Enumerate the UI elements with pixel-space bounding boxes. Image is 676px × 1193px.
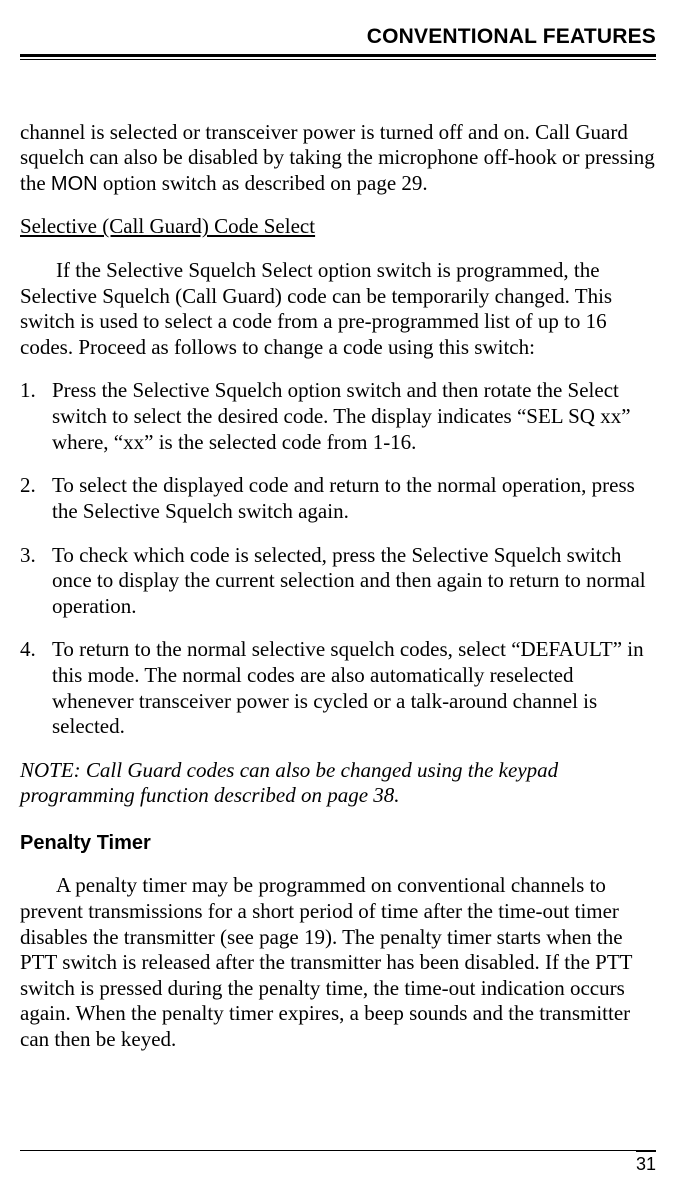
- note-paragraph: NOTE: Call Guard codes can also be chang…: [20, 758, 656, 809]
- header-rules: [20, 54, 656, 60]
- sub-paragraph: If the Selective Squelch Select option s…: [20, 258, 656, 360]
- page-number: 31: [636, 1151, 656, 1179]
- header-section-title: CONVENTIONAL FEATURES: [20, 24, 656, 50]
- footer-rule-thin: [20, 1150, 656, 1151]
- penalty-timer-paragraph: A penalty timer may be programmed on con…: [20, 873, 656, 1052]
- mon-label: MON: [51, 173, 98, 195]
- steps-list: 1. Press the Selective Squelch option swi…: [20, 378, 656, 739]
- step-number: 4.: [20, 637, 36, 663]
- list-item: 4. To return to the normal selective sque…: [20, 637, 656, 739]
- step-text: Press the Selective Squelch option switc…: [52, 378, 631, 453]
- step-text: To return to the normal selective squelc…: [52, 637, 644, 738]
- step-text: To check which code is selected, press t…: [52, 543, 646, 618]
- step-number: 2.: [20, 473, 36, 499]
- list-item: 1. Press the Selective Squelch option swi…: [20, 378, 656, 455]
- header-rule-thick: [20, 54, 656, 57]
- section-heading-penalty-timer: Penalty Timer: [20, 831, 656, 855]
- header-rule-thin: [20, 59, 656, 60]
- step-number: 1.: [20, 378, 36, 404]
- step-text: To select the displayed code and return …: [52, 473, 635, 523]
- step-number: 3.: [20, 543, 36, 569]
- intro-paragraph: channel is selected or transceiver power…: [20, 120, 656, 197]
- subheading-selective-code-select: Selective (Call Guard) Code Select: [20, 214, 656, 240]
- intro-post: option switch as described on page 29.: [98, 171, 428, 195]
- list-item: 2. To select the displayed code and retur…: [20, 473, 656, 524]
- list-item: 3. To check which code is selected, press…: [20, 543, 656, 620]
- footer-rules: [20, 1150, 656, 1153]
